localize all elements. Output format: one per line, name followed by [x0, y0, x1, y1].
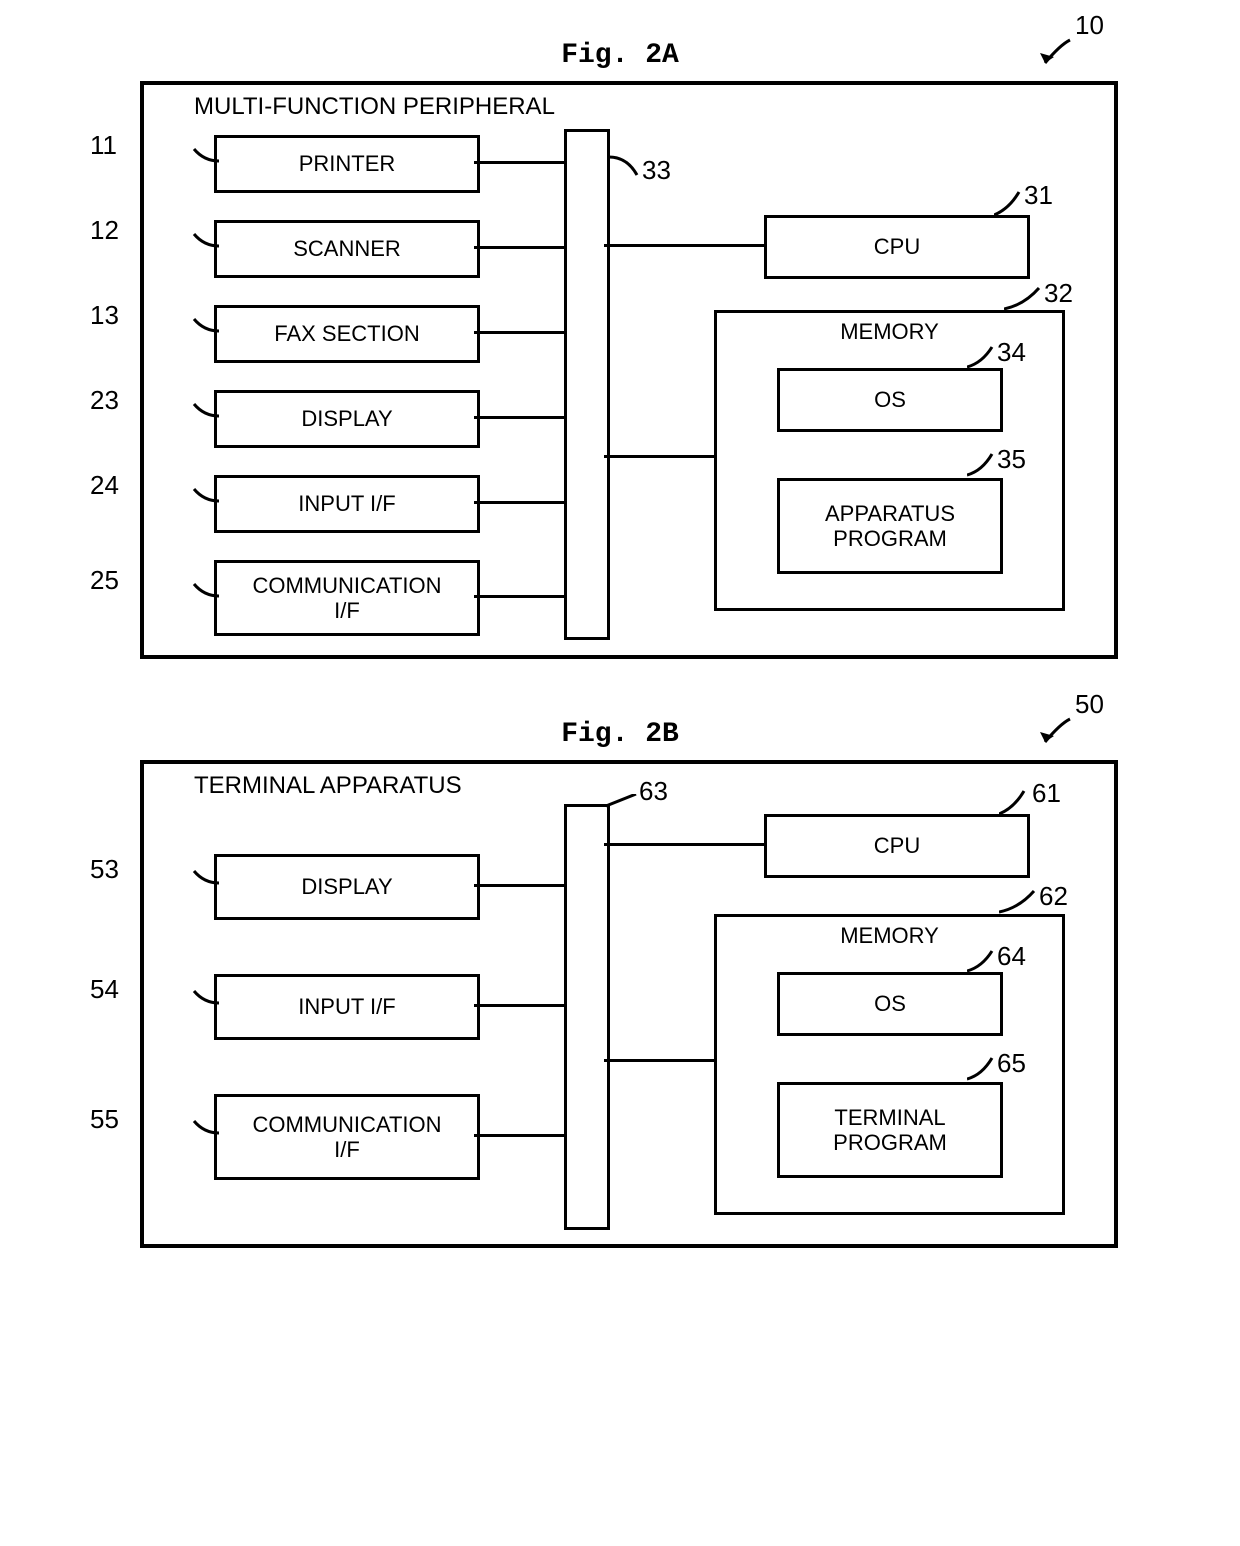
ref-12: 12 [90, 215, 119, 246]
ref-leader-icon [184, 989, 222, 1014]
left-block-comm-if: COMMUNICATION I/F [214, 560, 480, 636]
cpu-label: CPU [874, 234, 920, 259]
bus-bar [564, 804, 610, 1230]
left-block-display: DISPLAY [214, 854, 480, 920]
bus-bar [564, 129, 610, 640]
ref-leader-icon [184, 487, 222, 512]
program-label: APPARATUS PROGRAM [825, 501, 955, 552]
os-block: OS [777, 972, 1003, 1036]
connector-line [474, 595, 567, 598]
connector-line [604, 843, 767, 846]
mfp-box: MULTI-FUNCTION PERIPHERAL 33 PRINTER SCA… [140, 81, 1118, 659]
memory-block: MEMORY OS 64 TERMINAL PROGRAM 65 [714, 914, 1065, 1215]
memory-block: MEMORY OS 34 APPARATUS PROGRAM 35 [714, 310, 1065, 611]
left-block-label: FAX SECTION [274, 321, 419, 346]
cpu-label: CPU [874, 833, 920, 858]
connector-line [474, 1134, 567, 1137]
os-block: OS [777, 368, 1003, 432]
connector-line [604, 455, 717, 458]
outer-ref-arrow-icon [1030, 35, 1080, 75]
ref-24: 24 [90, 470, 119, 501]
os-label: OS [874, 387, 906, 412]
ref-54: 54 [90, 974, 119, 1005]
ref-leader-icon [184, 582, 222, 607]
left-block-scanner: SCANNER [214, 220, 480, 278]
connector-line [604, 244, 767, 247]
cpu-ref-label: 61 [1032, 778, 1061, 809]
figure-2a: Fig. 2A 10 MULTI-FUNCTION PERIPHERAL 33 … [20, 40, 1220, 659]
os-label: OS [874, 991, 906, 1016]
cpu-block: CPU [764, 215, 1030, 279]
ref-55: 55 [90, 1104, 119, 1135]
ref-11: 11 [90, 130, 117, 161]
connector-line [474, 161, 567, 164]
connector-line [474, 331, 567, 334]
left-block-input-if: INPUT I/F [214, 475, 480, 533]
cpu-block: CPU [764, 814, 1030, 878]
memory-ref-label: 62 [1039, 881, 1068, 912]
left-block-printer: PRINTER [214, 135, 480, 193]
program-block: TERMINAL PROGRAM [777, 1082, 1003, 1178]
connector-line [474, 246, 567, 249]
os-ref-label: 34 [997, 338, 1026, 368]
ref-leader-icon [184, 317, 222, 342]
ref-23: 23 [90, 385, 119, 416]
outer-ref-arrow-icon [1030, 714, 1080, 754]
left-block-label: SCANNER [293, 236, 401, 261]
bus-ref-label: 33 [642, 155, 671, 186]
terminal-box: TERMINAL APPARATUS 63 DISPLAY INPUT I/F [140, 760, 1118, 1248]
os-ref-label: 64 [997, 942, 1026, 972]
left-block-label: PRINTER [299, 151, 396, 176]
left-block-input-if: INPUT I/F [214, 974, 480, 1040]
connector-line [474, 1004, 567, 1007]
left-block-label: COMMUNICATION I/F [252, 573, 441, 624]
memory-ref-label: 32 [1044, 278, 1073, 309]
left-block-label: COMMUNICATION I/F [252, 1112, 441, 1163]
connector-line [474, 501, 567, 504]
left-block-fax: FAX SECTION [214, 305, 480, 363]
ref-leader-icon [184, 147, 222, 172]
ref-13: 13 [90, 300, 119, 331]
program-label: TERMINAL PROGRAM [833, 1105, 947, 1156]
connector-line [474, 884, 567, 887]
bus-ref-label: 63 [639, 776, 668, 807]
figure-2b: Fig. 2B 50 TERMINAL APPARATUS 63 DISPLAY [20, 719, 1220, 1248]
connector-line [474, 416, 567, 419]
left-block-label: DISPLAY [301, 406, 392, 431]
program-block: APPARATUS PROGRAM [777, 478, 1003, 574]
left-block-display: DISPLAY [214, 390, 480, 448]
terminal-title: TERMINAL APPARATUS [194, 772, 462, 800]
program-ref-label: 35 [997, 445, 1026, 475]
ref-leader-icon [184, 232, 222, 257]
ref-25: 25 [90, 565, 119, 596]
left-block-label: INPUT I/F [298, 994, 395, 1019]
left-block-label: INPUT I/F [298, 491, 395, 516]
cpu-ref-label: 31 [1024, 180, 1053, 211]
mfp-title: MULTI-FUNCTION PERIPHERAL [194, 93, 555, 121]
left-block-comm-if: COMMUNICATION I/F [214, 1094, 480, 1180]
ref-leader-icon [184, 869, 222, 894]
program-ref-label: 65 [997, 1049, 1026, 1079]
connector-line [604, 1059, 717, 1062]
ref-leader-icon [184, 1119, 222, 1144]
ref-leader-icon [184, 402, 222, 427]
left-block-label: DISPLAY [301, 874, 392, 899]
ref-53: 53 [90, 854, 119, 885]
